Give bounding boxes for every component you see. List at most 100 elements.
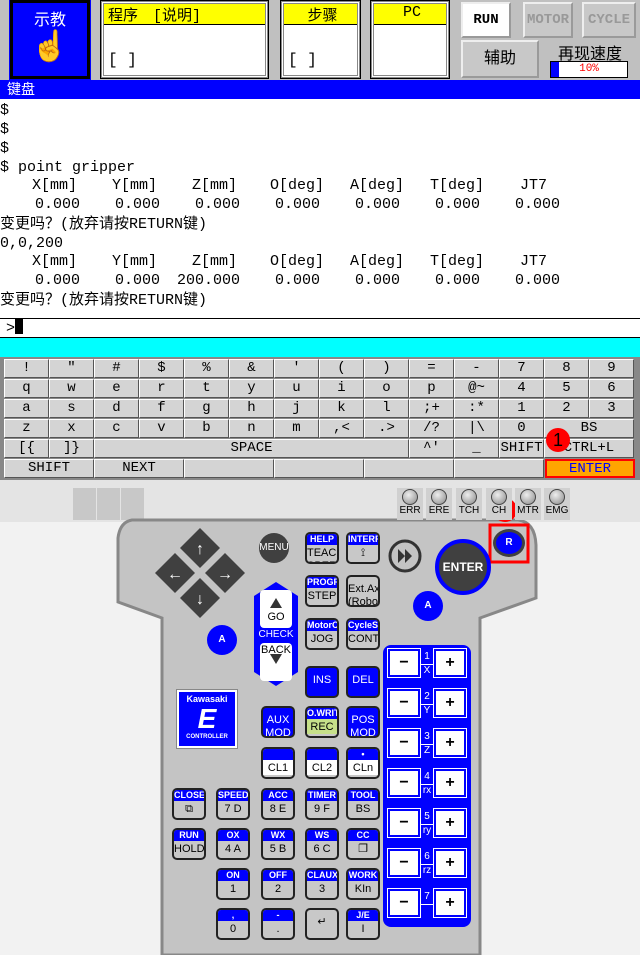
pendant-key-ins[interactable]: INS: [305, 666, 339, 698]
key-header: CC: [348, 830, 378, 841]
err-lamp-icon: [402, 489, 418, 505]
axis-number: 7: [424, 891, 430, 902]
key-label: CL1: [263, 760, 293, 775]
pendant-key-claux[interactable]: CLAUX 3: [305, 868, 339, 900]
menu-button[interactable]: MENU: [259, 533, 289, 563]
jog-minus-button[interactable]: −: [387, 728, 421, 758]
jog-plus-button[interactable]: +: [433, 888, 467, 918]
pendant-key-[interactable]: CL2: [305, 747, 339, 779]
key-label: ❐: [358, 843, 368, 855]
jog-minus-button[interactable]: −: [387, 888, 421, 918]
jog-minus-button[interactable]: −: [387, 808, 421, 838]
jog-minus-button[interactable]: −: [387, 848, 421, 878]
key-header: -: [263, 910, 293, 921]
axis-name: Z: [421, 744, 433, 756]
jog-plus-button[interactable]: +: [433, 808, 467, 838]
pendant-key-owrite[interactable]: O.WRITEREC: [305, 706, 339, 738]
ch-lamp-icon: [491, 489, 507, 505]
pendant-key-off[interactable]: OFF 2: [261, 868, 295, 900]
jog-minus-button[interactable]: −: [387, 768, 421, 798]
pendant-key-[interactable]: ,0: [216, 908, 250, 940]
key-label: 7 D: [224, 803, 242, 815]
jog-row-axis-7: − +7: [387, 888, 467, 918]
pendant-key-on[interactable]: ON 1: [216, 868, 250, 900]
a-button-right[interactable]: A: [413, 591, 443, 621]
key-header: WORK: [348, 870, 378, 881]
jog-plus-button[interactable]: +: [433, 648, 467, 678]
pendant-key-[interactable]: CL1: [261, 747, 295, 779]
back-label: BACK: [261, 644, 291, 656]
jog-minus-button[interactable]: −: [387, 688, 421, 718]
pendant-key-close[interactable]: CLOSE ⧉: [172, 788, 206, 820]
jog-row-axis-2: − +2 Y: [387, 688, 467, 718]
key-label: CLn: [348, 760, 378, 775]
a-button-left[interactable]: A: [207, 625, 237, 655]
pendant-key-extaxisrobot[interactable]: Ext.Axis (Robot): [346, 575, 380, 607]
key-label: ⧉: [185, 803, 193, 815]
led-ere: ERE: [426, 488, 452, 520]
key-label: 2: [274, 883, 282, 895]
pendant-key-del[interactable]: DEL: [346, 666, 380, 698]
mtr-label: MTR: [517, 505, 539, 516]
jog-minus-button[interactable]: −: [387, 648, 421, 678]
key-header: ON: [218, 870, 248, 881]
pendant-key-interp[interactable]: INTERP ⟟: [346, 532, 380, 564]
ere-lamp-icon: [431, 489, 447, 505]
jog-row-axis-4: − +4 rx: [387, 768, 467, 798]
pendant-key-work[interactable]: WORK KIn: [346, 868, 380, 900]
pendant-key-ws[interactable]: WS 6 C: [305, 828, 339, 860]
pendant-key-timer[interactable]: TIMER 9 F: [305, 788, 339, 820]
pendant-key-tool[interactable]: TOOL BS: [346, 788, 380, 820]
axis-name: Y: [421, 704, 433, 716]
key-label: Ext.Axis (Robot): [348, 583, 380, 607]
pendant-key-acc[interactable]: ACC 8 E: [261, 788, 295, 820]
pendant-key-posmod[interactable]: POS MOD: [346, 706, 380, 738]
pendant-key-[interactable]: -.: [261, 908, 295, 940]
pendant-key-help[interactable]: HELP TEACH SPEED: [305, 532, 339, 564]
pendant-key-speed[interactable]: SPEED 7 D: [216, 788, 250, 820]
axis-number: 3: [424, 731, 430, 742]
svg-text:→: →: [217, 566, 233, 583]
led-err: ERR: [397, 488, 423, 520]
pendant-key-cc[interactable]: CC ❐: [346, 828, 380, 860]
key-header: OFF: [263, 870, 293, 881]
pendant-key-program[interactable]: PROGRAM STEP: [305, 575, 339, 607]
jog-row-axis-3: − +3 Z: [387, 728, 467, 758]
ere-label: ERE: [428, 505, 450, 516]
pendant-key-run[interactable]: RUN HOLD: [172, 828, 206, 860]
pendant-key-[interactable]: ↵: [305, 908, 339, 940]
jog-row-axis-6: − +6 rz: [387, 848, 467, 878]
r-button[interactable]: R: [493, 529, 525, 557]
key-label: 0: [229, 923, 237, 935]
pendant-key-[interactable]: • CLn: [346, 747, 380, 779]
key-label: AUX MOD: [265, 714, 291, 738]
axis-name: [421, 904, 433, 905]
led-ch: CH: [486, 488, 512, 520]
key-header: CLAUX: [307, 870, 338, 881]
enter-button[interactable]: ENTER: [435, 539, 491, 595]
jog-plus-button[interactable]: +: [433, 688, 467, 718]
key-header: PROGRAM: [307, 577, 339, 588]
jog-plus-button[interactable]: +: [433, 848, 467, 878]
axis-name: rz: [421, 864, 433, 876]
jog-row-axis-5: − +5 ry: [387, 808, 467, 838]
pendant-key-ox[interactable]: OX 4 A: [216, 828, 250, 860]
pendant-key-je[interactable]: J/E I: [346, 908, 380, 940]
pendant-key-cyclestart[interactable]: CycleStart CONT: [346, 618, 380, 650]
axis-number: 6: [424, 851, 430, 862]
key-header: HELP: [307, 534, 337, 545]
key-label: ⟟: [360, 547, 366, 559]
key-header: OX: [218, 830, 248, 841]
svg-text:↑: ↑: [196, 541, 204, 558]
key-label: INS: [312, 674, 332, 686]
key-label: 9 F: [314, 803, 330, 815]
kawasaki-logo: Kawasaki E CONTROLLER: [176, 689, 238, 749]
key-label: JOG: [310, 633, 334, 645]
jog-plus-button[interactable]: +: [433, 728, 467, 758]
pendant-key-wx[interactable]: WX 5 B: [261, 828, 295, 860]
key-label: 4 A: [225, 843, 241, 855]
pendant-key-motoron[interactable]: MotorON JOG: [305, 618, 339, 650]
jog-plus-button[interactable]: +: [433, 768, 467, 798]
key-label: DEL: [352, 674, 374, 686]
pendant-key-auxmod[interactable]: AUX MOD: [261, 706, 295, 738]
